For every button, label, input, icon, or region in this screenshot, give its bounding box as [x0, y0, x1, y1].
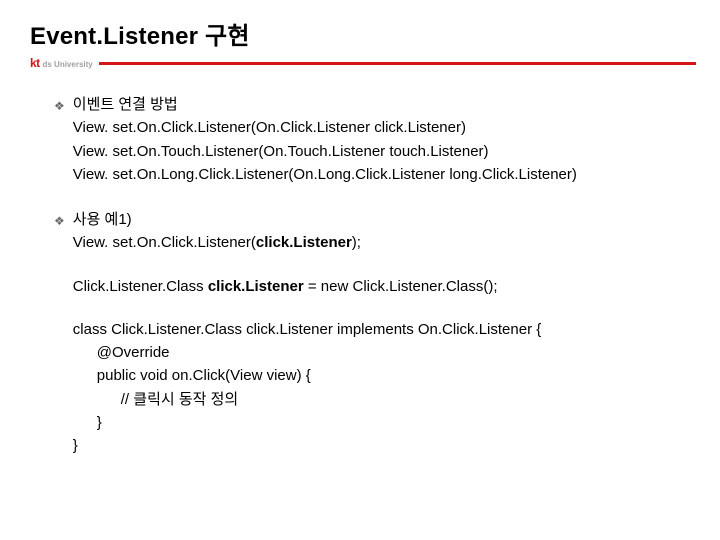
slide-title: Event.Listener 구현	[30, 16, 250, 51]
class-line-close-inner: }	[73, 411, 686, 434]
slide-content: ❖ 이벤트 연결 방법 View. set.On.Click.Listener(…	[24, 69, 696, 457]
kt-logo: kt ds University	[30, 57, 93, 69]
bullet-1: ❖ 이벤트 연결 방법 View. set.On.Click.Listener(…	[54, 93, 686, 186]
class-line-method: public void on.Click(View view) {	[73, 364, 686, 387]
logo-kt: kt	[30, 57, 39, 69]
bullet-1-line-1: View. set.On.Click.Listener(On.Click.Lis…	[73, 116, 686, 139]
class-decl: class Click.Listener.Class click.Listene…	[73, 318, 686, 341]
class-line-close-outer: }	[73, 434, 686, 457]
logo-ds: ds University	[42, 61, 92, 69]
class-line-comment: // 클릭시 동작 정의	[73, 388, 686, 411]
class-line-override: @Override	[73, 341, 686, 364]
diamond-bullet-icon: ❖	[54, 212, 65, 231]
bullet-2-heading: 사용 예1)	[73, 208, 686, 231]
bullet-2-line-1: View. set.On.Click.Listener(click.Listen…	[73, 231, 686, 254]
bullet-1-line-2: View. set.On.Touch.Listener(On.Touch.Lis…	[73, 140, 686, 163]
header-rule-row: kt ds University	[24, 57, 696, 69]
bullet-2: ❖ 사용 예1) View. set.On.Click.Listener(cli…	[54, 208, 686, 457]
bullet-1-line-3: View. set.On.Long.Click.Listener(On.Long…	[73, 163, 686, 186]
red-rule	[99, 62, 696, 65]
bullet-1-heading: 이벤트 연결 방법	[73, 93, 686, 116]
bullet-2-line-2: Click.Listener.Class click.Listener = ne…	[73, 275, 686, 298]
diamond-bullet-icon: ❖	[54, 97, 65, 116]
